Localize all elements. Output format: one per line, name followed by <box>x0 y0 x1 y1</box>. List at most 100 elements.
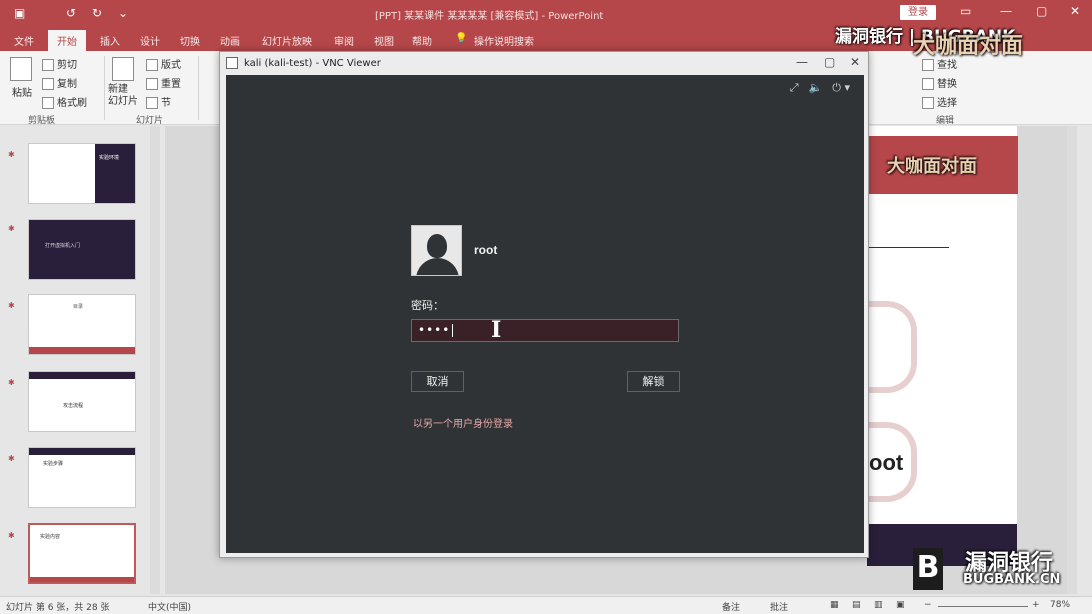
ribbon-options-icon[interactable]: ▭ <box>960 4 971 18</box>
tab-view[interactable]: 视图 <box>374 33 394 48</box>
reading-view-icon[interactable]: ▥ <box>874 600 883 610</box>
slide-rounded-box <box>865 301 917 393</box>
zoom-level[interactable]: 78% <box>1050 600 1070 610</box>
thumb-dark-panel <box>95 144 135 203</box>
redo-icon[interactable]: ↻ <box>92 6 102 20</box>
tab-slideshow[interactable]: 幻灯片放映 <box>262 33 312 48</box>
tab-design[interactable]: 设计 <box>140 33 160 48</box>
thumb-star-icon: ✱ <box>8 378 15 387</box>
reset-label: 重置 <box>161 79 181 90</box>
slide-thumbnail-selected[interactable]: 实验内容 <box>28 523 136 584</box>
notes-button[interactable]: 备注 <box>722 600 740 613</box>
watermark-bottom-en: BUGBANK.CN <box>963 572 1061 587</box>
username-label: root <box>474 243 498 257</box>
thumb-star-icon: ✱ <box>8 531 15 540</box>
thumb-label: 实验环境 <box>99 155 120 161</box>
vnc-maximize-icon[interactable]: ▢ <box>824 55 835 69</box>
cancel-button[interactable]: 取消 <box>411 371 464 392</box>
slide-thumbnail[interactable]: 目录 <box>28 294 136 355</box>
thumb-star-icon: ✱ <box>8 454 15 463</box>
ribbon-divider <box>104 56 105 120</box>
tell-me-search[interactable]: 操作说明搜索 <box>474 33 534 48</box>
login-button[interactable]: 登录 <box>900 5 936 20</box>
editing-group-label: 编辑 <box>936 116 955 126</box>
vnc-titlebar[interactable]: kali (kali-test) - VNC Viewer — ▢ ✕ <box>220 52 868 74</box>
replace-icon <box>922 78 934 90</box>
slide-rule <box>867 247 949 248</box>
slide-thumbnail[interactable]: 打开虚拟机入门 <box>28 219 136 280</box>
tab-file[interactable]: 文件 <box>14 33 34 48</box>
thumbnails-scrollbar[interactable] <box>150 126 160 594</box>
system-tray: ⤢ 🔈 ⏻ ▾ <box>780 81 850 95</box>
select-button[interactable]: 选择 <box>922 94 957 109</box>
customize-qat-icon[interactable]: ⌄ <box>118 6 128 20</box>
cut-label: 剪切 <box>57 60 77 71</box>
zoom-in-icon[interactable]: + <box>1032 600 1040 610</box>
vnc-viewer-window: kali (kali-test) - VNC Viewer — ▢ ✕ ⤢ 🔈 ⏻ … <box>219 51 869 558</box>
slideshow-view-icon[interactable]: ▣ <box>896 600 905 610</box>
sorter-view-icon[interactable]: ▤ <box>852 600 861 610</box>
ibeam-cursor-icon: I <box>491 317 502 343</box>
format-painter-button[interactable]: 格式刷 <box>42 94 87 109</box>
normal-view-icon[interactable]: ▦ <box>830 600 839 610</box>
replace-button[interactable]: 替换 <box>922 75 957 90</box>
document-title: [PPT] 某某课件 某某某某 [兼容模式] - PowerPoint <box>375 11 604 22</box>
vnc-close-icon[interactable]: ✕ <box>850 55 860 69</box>
power-icon[interactable]: ⏻ ▾ <box>832 81 850 94</box>
zoom-out-icon[interactable]: − <box>924 600 932 610</box>
section-label: 节 <box>161 98 171 109</box>
cut-button[interactable]: 剪切 <box>42 56 77 71</box>
vnc-minimize-icon[interactable]: — <box>796 55 808 69</box>
slide-thumbnail[interactable]: 实验环境 <box>28 143 136 204</box>
thumb-label: 实验内容 <box>40 534 61 540</box>
select-label: 选择 <box>937 98 957 109</box>
user-avatar <box>411 225 462 276</box>
copy-button[interactable]: 复制 <box>42 75 77 90</box>
login-as-other-user-link[interactable]: 以另一个用户身份登录 <box>413 415 513 430</box>
copy-icon <box>42 78 54 90</box>
tab-insert[interactable]: 插入 <box>100 33 120 48</box>
tab-transitions[interactable]: 切换 <box>180 33 200 48</box>
close-icon[interactable]: ✕ <box>1070 4 1080 18</box>
layout-button[interactable]: 版式 <box>146 56 181 71</box>
network-icon[interactable]: ⤢ <box>790 81 799 94</box>
save-icon[interactable]: ▣ <box>14 6 25 20</box>
layout-label: 版式 <box>161 60 181 71</box>
thumb-star-icon: ✱ <box>8 301 15 310</box>
format-painter-label: 格式刷 <box>57 98 87 109</box>
undo-icon[interactable]: ↺ <box>66 6 76 20</box>
unlock-button[interactable]: 解锁 <box>627 371 680 392</box>
brush-icon <box>42 97 54 109</box>
ribbon-divider <box>198 56 199 120</box>
paste-icon[interactable] <box>10 57 35 81</box>
bugbank-logo: B <box>913 548 943 590</box>
thumb-label: 目录 <box>73 304 84 310</box>
reset-button[interactable]: 重置 <box>146 75 181 90</box>
tab-review[interactable]: 审阅 <box>334 33 354 48</box>
thumb-star-icon: ✱ <box>8 224 15 233</box>
thumb-header-bar <box>29 372 135 379</box>
slide-thumbnail[interactable]: 实验步骤 <box>28 447 136 508</box>
new-slide-button[interactable]: 新建 幻灯片 <box>108 84 138 108</box>
tab-home[interactable]: 开始 <box>48 30 86 51</box>
canvas-scrollbar[interactable] <box>1067 126 1077 594</box>
avatar-head-shape <box>427 234 447 258</box>
volume-icon[interactable]: 🔈 <box>809 81 823 94</box>
new-slide-icon[interactable] <box>112 57 137 81</box>
vnc-logo-icon <box>226 57 238 69</box>
section-button[interactable]: 节 <box>146 94 171 109</box>
scissors-icon <box>42 59 54 71</box>
tab-animations[interactable]: 动画 <box>220 33 240 48</box>
tab-help[interactable]: 帮助 <box>412 33 432 48</box>
language-indicator[interactable]: 中文(中国) <box>148 600 191 613</box>
paste-button[interactable]: 粘贴 <box>12 84 32 99</box>
comments-button[interactable]: 批注 <box>770 600 788 613</box>
password-input[interactable]: •••• <box>411 319 679 342</box>
maximize-icon[interactable]: ▢ <box>1036 4 1047 18</box>
minimize-icon[interactable]: — <box>1000 4 1012 18</box>
search-icon <box>922 59 934 71</box>
zoom-slider[interactable] <box>938 606 1028 607</box>
slide-thumbnail[interactable]: 攻击流程 <box>28 371 136 432</box>
avatar-body-shape <box>416 258 459 275</box>
kali-lock-screen[interactable]: ⤢ 🔈 ⏻ ▾ root 密码： •••• I 取消 解锁 以另一个用户身份登录 <box>226 75 864 553</box>
